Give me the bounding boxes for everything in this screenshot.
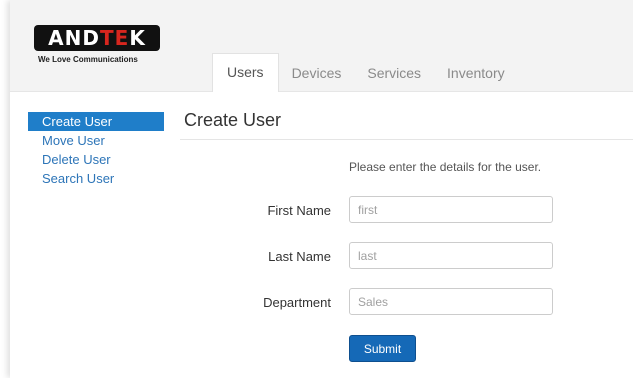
form-intro-text: Please enter the details for the user.	[349, 160, 542, 174]
tab-inventory[interactable]: Inventory	[434, 55, 518, 91]
sidebar-item-move-user[interactable]: Move User	[28, 131, 164, 150]
title-divider	[180, 139, 633, 140]
page-title: Create User	[184, 110, 282, 130]
first-name-label: First Name	[267, 203, 331, 218]
first-name-field[interactable]	[349, 196, 553, 223]
main-tabs: Users Devices Services Inventory	[212, 42, 518, 92]
submit-button[interactable]: Submit	[349, 335, 416, 362]
sidebar-item-search-user[interactable]: Search User	[28, 169, 164, 188]
andtek-logo[interactable]: ANDTEK We Love Communications	[28, 25, 168, 67]
tab-devices[interactable]: Devices	[279, 55, 355, 91]
logo-tagline: We Love Communications	[38, 55, 138, 64]
last-name-field[interactable]	[349, 242, 553, 269]
department-label: Department	[263, 295, 331, 310]
logo-wordmark: ANDTEK	[48, 26, 146, 50]
sidebar-item-create-user[interactable]: Create User	[28, 112, 164, 131]
tab-services[interactable]: Services	[354, 55, 434, 91]
tab-users[interactable]: Users	[212, 53, 279, 92]
sidebar-item-delete-user[interactable]: Delete User	[28, 150, 164, 169]
last-name-label: Last Name	[268, 249, 331, 264]
sidebar: Create User Move User Delete User Search…	[28, 112, 164, 188]
logo-badge: ANDTEK	[34, 25, 160, 51]
department-field[interactable]	[349, 288, 553, 315]
